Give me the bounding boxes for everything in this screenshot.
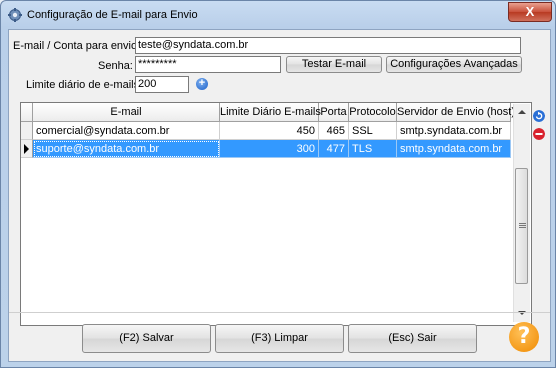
password-field[interactable]: ********* xyxy=(135,56,281,73)
cell-port[interactable]: 477 xyxy=(319,140,349,158)
dialog-client-area: E-mail / Conta para envio: teste@syndata… xyxy=(8,29,551,362)
cell-email[interactable]: comercial@syndata.com.br xyxy=(33,122,220,140)
column-header-email[interactable]: E-mail xyxy=(33,103,220,121)
cell-protocol[interactable]: SSL xyxy=(349,122,397,140)
config-email-window: Configuração de E-mail para Envio X E-ma… xyxy=(0,0,556,368)
column-header-limit[interactable]: Limite Diário E-mails xyxy=(220,103,321,121)
cell-host[interactable]: smtp.syndata.com.br xyxy=(397,122,511,140)
daily-limit-label: Limite diário de e-mails: xyxy=(26,79,143,91)
close-icon: X xyxy=(525,4,535,19)
column-header-host[interactable]: Servidor de Envio (host) xyxy=(397,103,515,121)
add-plus-icon[interactable]: + xyxy=(196,78,208,90)
cell-email[interactable]: suporte@syndata.com.br xyxy=(33,140,220,158)
column-header-protocol[interactable]: Protocolo xyxy=(349,103,397,121)
email-field[interactable]: teste@syndata.com.br xyxy=(135,37,521,54)
help-icon[interactable]: ? xyxy=(509,322,539,352)
cell-host[interactable]: smtp.syndata.com.br xyxy=(397,140,511,158)
advanced-settings-button[interactable]: Configurações Avançadas xyxy=(386,56,522,73)
window-title: Configuração de E-mail para Envio xyxy=(27,9,198,21)
scroll-thumb[interactable] xyxy=(515,168,528,284)
table-vertical-scrollbar[interactable] xyxy=(513,104,530,322)
edit-refresh-icon[interactable] xyxy=(533,110,545,122)
daily-limit-field[interactable]: 200 xyxy=(135,76,189,93)
test-email-button[interactable]: Testar E-mail xyxy=(286,56,382,73)
remove-minus-icon[interactable] xyxy=(533,128,545,140)
password-label: Senha: xyxy=(98,60,133,72)
cell-port[interactable]: 465 xyxy=(319,122,349,140)
footer-separator xyxy=(9,312,550,313)
table-row[interactable]: comercial@syndata.com.br 450 465 SSL smt… xyxy=(21,122,511,140)
row-indicator-current xyxy=(21,140,33,158)
app-gear-icon xyxy=(8,8,22,22)
table-header: E-mail Limite Diário E-mails Porta Proto… xyxy=(21,103,515,122)
header-corner xyxy=(21,103,33,121)
close-button[interactable]: X xyxy=(508,2,552,22)
column-header-port[interactable]: Porta xyxy=(319,103,349,121)
current-row-arrow-icon xyxy=(24,144,29,154)
email-label: E-mail / Conta para envio: xyxy=(13,40,141,52)
cell-limit[interactable]: 450 xyxy=(220,122,319,140)
table-row-selected[interactable]: suporte@syndata.com.br 300 477 TLS smtp.… xyxy=(21,140,511,158)
email-accounts-table: E-mail Limite Diário E-mails Porta Proto… xyxy=(20,102,532,326)
title-bar[interactable]: Configuração de E-mail para Envio X xyxy=(1,1,555,29)
scroll-grip-icon xyxy=(519,223,526,228)
save-button[interactable]: (F2) Salvar xyxy=(82,324,211,353)
scroll-down-arrow-icon[interactable] xyxy=(518,310,526,316)
cell-protocol[interactable]: TLS xyxy=(349,140,397,158)
clear-button[interactable]: (F3) Limpar xyxy=(215,324,344,353)
row-indicator xyxy=(21,122,33,140)
exit-button[interactable]: (Esc) Sair xyxy=(348,324,477,353)
cell-limit[interactable]: 300 xyxy=(220,140,319,158)
scroll-up-arrow-icon[interactable] xyxy=(518,109,526,115)
